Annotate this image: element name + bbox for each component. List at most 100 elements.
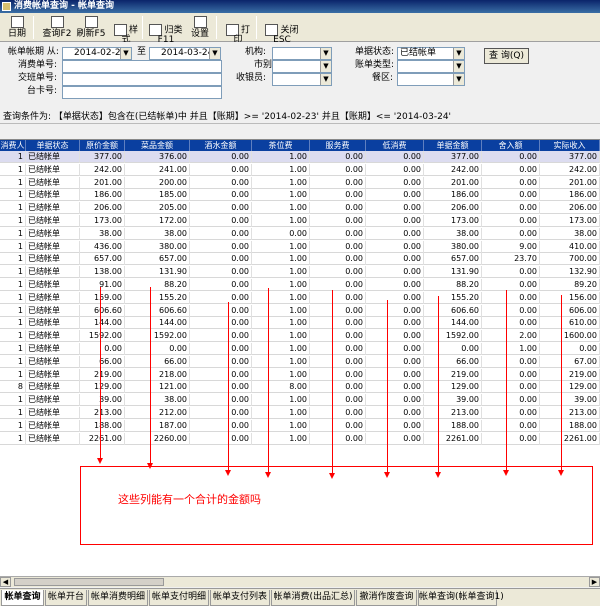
table-row[interactable]: 1 已结帐单 242.00 241.00 0.00 1.00 0.00 0.00 242.00 0… [0,163,600,176]
table-cell: 0.00 [310,151,366,163]
query-toolbar-button[interactable]: 查询F2 [40,15,74,40]
table-cell: 131.90 [424,266,482,279]
table-cell: 0.00 [310,330,366,343]
column-header-6[interactable]: 服务费 [310,140,366,151]
query-button[interactable]: 查 询(Q) [484,48,529,64]
table-cell: 0.00 [482,368,540,381]
refresh-button[interactable]: 刷新F5 [74,15,108,40]
table-row[interactable]: 1 已结帐单 173.00 172.00 0.00 1.00 0.00 0.00 173.00 0… [0,215,600,227]
column-header-3[interactable]: 菜品金额 [125,140,190,151]
table-cell: 0.00 [482,227,540,240]
day-button[interactable]: 日期 [4,15,30,40]
table-cell: 159.00 [80,291,125,304]
column-header-0[interactable]: 消费人 [0,140,26,151]
status-field[interactable]: 已结帐单 ▼ [397,47,465,60]
table-row[interactable]: 1 已结帐单 39.00 38.00 0.00 1.00 0.00 0.00 39.00 0.00… [0,394,600,407]
table-cell: 已结帐单 [26,151,80,163]
bill-no-input[interactable] [62,60,222,73]
table-row[interactable]: 1 已结帐单 188.00 187.00 0.00 1.00 0.00 0.00 188.00 0… [0,419,600,432]
chevron-down-icon[interactable]: ▼ [453,74,464,85]
scroll-right-icon[interactable]: ▶ [589,577,600,587]
horizontal-scrollbar[interactable]: ◀ ▶ [0,576,600,587]
chevron-down-icon[interactable]: ▼ [120,48,131,59]
date-from-value: 2014-02-23 [74,48,127,58]
settings-label: 设置 [190,29,209,39]
print-button[interactable]: 打印 [222,15,254,44]
table-row[interactable]: 1 已结帐单 91.00 88.20 0.00 1.00 0.00 0.00 88.20 0.00… [0,279,600,291]
column-header-5[interactable]: 茶位费 [252,140,310,151]
table-row[interactable]: 1 已结帐单 138.00 131.90 0.00 1.00 0.00 0.00 131.90 0… [0,266,600,279]
arrow-down-icon [435,472,441,478]
scroll-left-icon[interactable]: ◀ [0,577,11,587]
table-cell: 已结帐单 [26,381,80,394]
table-cell: 66.00 [424,355,482,368]
table-cell: 129.00 [424,381,482,394]
column-header-4[interactable]: 酒水金额 [190,140,252,151]
table-row[interactable]: 1 已结帐单 219.00 218.00 0.00 1.00 0.00 0.00 219.00 0… [0,368,600,381]
column-header-2[interactable]: 原价金额 [80,140,125,151]
tab-6[interactable]: 撤消作废查询 [356,590,417,606]
tab-3[interactable]: 帐单支付明细 [149,590,209,606]
column-header-8[interactable]: 单据金额 [424,140,482,151]
table-row[interactable]: 1 已结帐单 213.00 212.00 0.00 1.00 0.00 0.00 213.00 0… [0,407,600,419]
table-cell: 657.00 [424,253,482,266]
table-row[interactable]: 1 已结帐单 159.00 155.20 0.00 1.00 0.00 0.00 155.20 0… [0,291,600,304]
tab-1[interactable]: 帐单开台 [45,590,87,606]
table-row[interactable]: 1 已结帐单 144.00 144.00 0.00 1.00 0.00 0.00 144.00 0… [0,317,600,330]
table-cell: 0.00 [366,407,424,419]
chevron-down-icon[interactable]: ▼ [209,48,220,59]
grid-header: 消费人 单据状态 原价金额 菜品金额 酒水金额 茶位费 服务费 低消费 单据金额 舍入额 实际收入 [0,140,600,151]
table-cell: 212.00 [125,407,190,419]
table-row[interactable]: 1 已结帐单 186.00 185.00 0.00 1.00 0.00 0.00 186.00 0… [0,189,600,202]
table-cell: 66.00 [125,355,190,368]
table-cell: 606.60 [80,304,125,317]
shift-input[interactable] [62,73,222,86]
table-row[interactable]: 1 已结帐单 38.00 38.00 0.00 0.00 0.00 0.00 38.00 0.00… [0,227,600,240]
date-from-field[interactable]: 2014-02-23 ▼ [62,47,132,60]
scroll-thumb[interactable] [14,578,164,586]
table-row[interactable]: 1 已结帐单 0.00 0.00 0.00 1.00 0.00 0.00 0.00 1.00 0.0… [0,343,600,355]
table-cell: 38.00 [80,227,125,240]
table-cell: 131.90 [125,266,190,279]
chevron-down-icon[interactable]: ▼ [320,61,331,72]
bill-type-field[interactable]: ▼ [397,60,465,73]
arrow-down-icon [265,472,271,478]
org-label: 机构: [245,47,267,57]
classify-button[interactable]: 归类F11 [146,15,186,44]
table-row[interactable]: 1 已结帐单 66.00 66.00 0.00 1.00 0.00 0.00 66.00 0.00… [0,355,600,368]
org-field[interactable]: ▼ [272,47,332,60]
settings-button[interactable]: 设置 [187,15,213,40]
table-cell: 1 [0,304,26,317]
chevron-down-icon[interactable]: ▼ [320,48,331,59]
chevron-down-icon[interactable]: ▼ [453,61,464,72]
tab-2[interactable]: 帐单消费明细 [88,590,148,606]
column-header-10[interactable]: 实际收入 [540,140,600,151]
table-row[interactable]: 1 已结帐单 377.00 376.00 0.00 1.00 0.00 0.00 377.00 0… [0,151,600,163]
style-button[interactable]: 样式 [110,15,142,44]
close-button[interactable]: 关闭ESC [262,15,302,44]
tab-4[interactable]: 帐单支付列表 [210,590,270,606]
chevron-down-icon[interactable]: ▼ [320,74,331,85]
table-row[interactable]: 8 已结帐单 129.00 121.00 0.00 8.00 0.00 0.00 129.00 0… [0,381,600,394]
table-row[interactable]: 1 已结帐单 201.00 200.00 0.00 1.00 0.00 0.00 201.00 0… [0,176,600,189]
date-to-field[interactable]: 2014-03-24 ▼ [149,47,221,60]
table-cell: 0.00 [190,368,252,381]
card-input[interactable] [62,86,222,99]
table-row[interactable]: 1 已结帐单 436.00 380.00 0.00 1.00 0.00 0.00 380.00 9… [0,240,600,253]
table-cell: 410.00 [540,240,600,253]
tab-0[interactable]: 帐单查询 [1,590,44,606]
table-row[interactable]: 1 已结帐单 1592.00 1592.00 0.00 1.00 0.00 0.00 1592.… [0,330,600,343]
market-field[interactable]: ▼ [272,60,332,73]
table-row[interactable]: 1 已结帐单 657.00 657.00 0.00 1.00 0.00 0.00 657.00 2… [0,253,600,266]
column-header-7[interactable]: 低消费 [366,140,424,151]
cashier-field[interactable]: ▼ [272,73,332,86]
chevron-down-icon[interactable]: ▼ [453,48,464,59]
tab-7[interactable]: 帐单查询(帐单查询1) [418,590,504,606]
table-row[interactable]: 1 已结帐单 206.00 205.00 0.00 1.00 0.00 0.00 206.00 0… [0,202,600,215]
table-row[interactable]: 1 已结帐单 2261.00 2260.00 0.00 1.00 0.00 0.00 2261.… [0,432,600,445]
column-header-9[interactable]: 舍入额 [482,140,540,151]
area-field[interactable]: ▼ [397,73,465,86]
column-header-1[interactable]: 单据状态 [26,140,80,151]
table-row[interactable]: 1 已结帐单 606.60 606.60 0.00 1.00 0.00 0.00 606.60 0… [0,304,600,317]
tab-5[interactable]: 帐单消费(出品汇总) [271,590,355,606]
